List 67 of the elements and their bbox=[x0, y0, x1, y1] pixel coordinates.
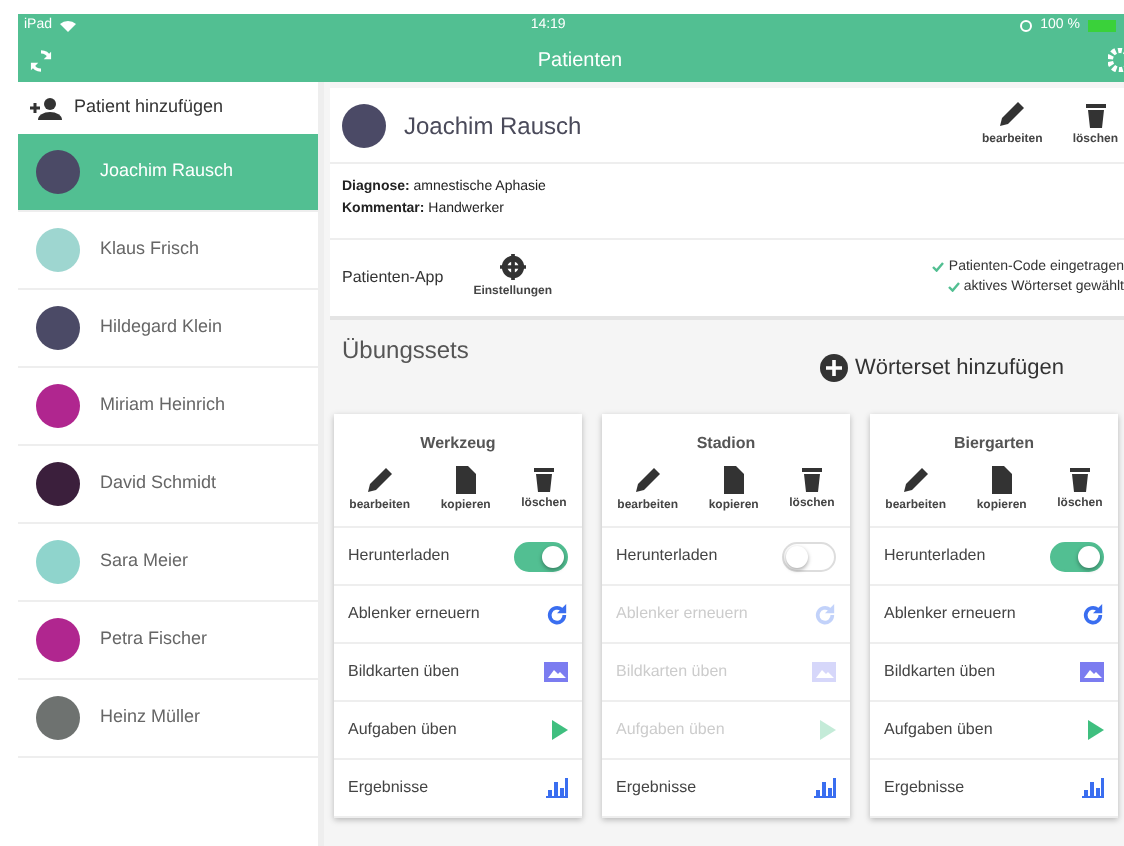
pencil-icon bbox=[998, 100, 1027, 128]
app-label: Patienten-App bbox=[342, 266, 444, 290]
patient-list-item[interactable]: Sara Meier bbox=[18, 524, 318, 602]
patient-name: Sara Meier bbox=[100, 548, 189, 575]
row-label: Herunterladen bbox=[884, 544, 986, 568]
add-wordset-button[interactable]: Wörterset hinzufügen bbox=[820, 352, 1064, 385]
sync-icon[interactable] bbox=[30, 49, 52, 71]
row-label: Ablenker erneuern bbox=[884, 602, 1016, 626]
section-title: Übungssets bbox=[342, 334, 469, 368]
trash-icon bbox=[1069, 466, 1090, 492]
document-icon bbox=[991, 466, 1012, 494]
patient-name: Joachim Rausch bbox=[404, 109, 584, 143]
row-label: Ergebnisse bbox=[884, 776, 965, 800]
patient-name: David Schmidt bbox=[100, 470, 217, 497]
patient-name: Miriam Heinrich bbox=[100, 392, 226, 419]
row-label: Ergebnisse bbox=[348, 776, 429, 800]
set-title: Stadion bbox=[694, 432, 758, 456]
pencil-icon bbox=[633, 466, 662, 494]
row-label: Bildkarten üben bbox=[884, 660, 996, 684]
bar-chart-icon[interactable] bbox=[546, 778, 568, 798]
navbar-title: Patienten bbox=[537, 47, 623, 75]
document-icon bbox=[723, 466, 744, 494]
set-title: Werkzeug bbox=[418, 432, 498, 456]
row-label: Ablenker erneuern bbox=[348, 602, 480, 626]
bar-chart-icon[interactable] bbox=[814, 778, 836, 798]
patient-name: Heinz Müller bbox=[100, 704, 201, 731]
images-icon[interactable] bbox=[1080, 662, 1104, 682]
add-patient-button[interactable]: Patient hinzufügen bbox=[18, 82, 318, 134]
toggle-switch[interactable] bbox=[1050, 541, 1104, 571]
wifi-icon bbox=[60, 20, 77, 32]
toggle-switch[interactable] bbox=[514, 541, 568, 571]
document-icon bbox=[455, 466, 476, 494]
row-label: Ergebnisse bbox=[616, 776, 697, 800]
trash-icon bbox=[1085, 101, 1106, 127]
set-title: Biergarten bbox=[951, 432, 1036, 456]
row-label: Bildkarten üben bbox=[348, 660, 460, 684]
patient-list-item[interactable]: Hildegard Klein bbox=[18, 290, 318, 368]
pencil-icon bbox=[365, 466, 394, 494]
play-icon[interactable] bbox=[1088, 720, 1104, 740]
row-label: Aufgaben üben bbox=[348, 718, 457, 742]
patient-name: Petra Fischer bbox=[100, 626, 208, 653]
patient-list-item[interactable]: Klaus Frisch bbox=[18, 212, 318, 290]
patient-name: Hildegard Klein bbox=[100, 314, 223, 341]
row-label: Herunterladen bbox=[348, 544, 450, 568]
avatar-circle bbox=[342, 103, 386, 147]
gear-icon bbox=[499, 254, 526, 280]
patient-name: Klaus Frisch bbox=[100, 236, 200, 263]
patient-list-item[interactable]: Petra Fischer bbox=[18, 602, 318, 680]
settings-icon[interactable] bbox=[1107, 48, 1124, 72]
trash-icon bbox=[801, 466, 822, 492]
trash-icon bbox=[533, 466, 554, 492]
patient-list-item[interactable]: David Schmidt bbox=[18, 446, 318, 524]
patient-list-item[interactable]: Miriam Heinrich bbox=[18, 368, 318, 446]
refresh-icon[interactable] bbox=[546, 603, 568, 625]
toggle-switch[interactable] bbox=[782, 541, 836, 571]
patient-list-item[interactable]: Heinz Müller bbox=[18, 680, 318, 758]
patient-name: Joachim Rausch bbox=[100, 158, 234, 185]
battery-icon bbox=[1088, 20, 1116, 32]
images-icon[interactable] bbox=[544, 662, 568, 682]
row-label: Herunterladen bbox=[616, 544, 718, 568]
play-icon[interactable] bbox=[552, 720, 568, 740]
plus-circle-icon bbox=[820, 354, 849, 383]
add-person-icon bbox=[30, 97, 62, 119]
pencil-icon bbox=[901, 466, 930, 494]
row-label: Aufgaben üben bbox=[884, 718, 993, 742]
bar-chart-icon[interactable] bbox=[1082, 778, 1104, 798]
refresh-icon[interactable] bbox=[1082, 603, 1104, 625]
